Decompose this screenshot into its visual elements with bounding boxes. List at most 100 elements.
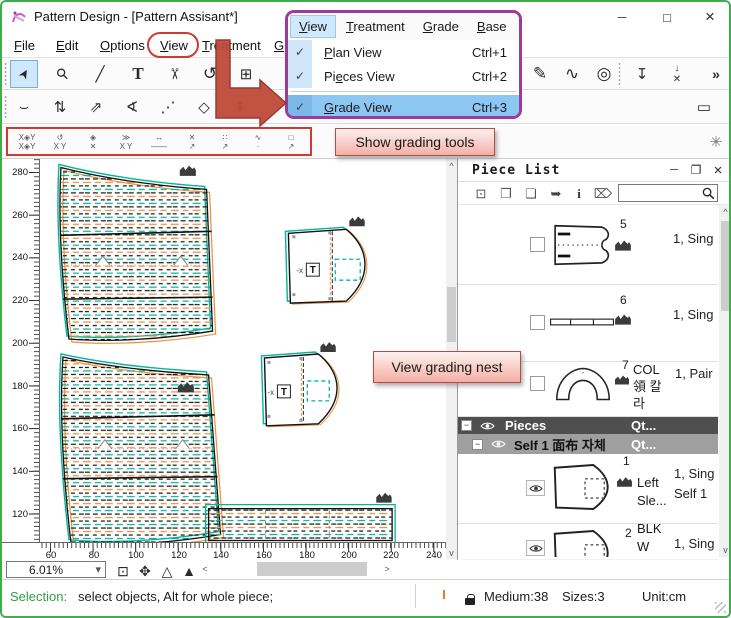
search-icon[interactable]: [702, 187, 715, 200]
walk-pieces-tool-icon[interactable]: ▭: [690, 93, 718, 121]
rotate-tool-icon[interactable]: ↺: [196, 60, 224, 88]
visibility-eye-toggle[interactable]: [526, 540, 545, 556]
scroll-up-arrow[interactable]: ^: [719, 205, 731, 219]
combobox-dropdown-arrow[interactable]: ▾: [95, 563, 101, 576]
pattern-piece-sleeve-top[interactable]: -x T: [285, 216, 367, 304]
scroll-down-arrow[interactable]: v: [719, 543, 731, 557]
pattern-piece-strip[interactable]: [206, 493, 396, 542]
move-points-tool-icon[interactable]: ⋰: [154, 93, 182, 121]
copy-piece-icon[interactable]: ❐: [495, 180, 517, 208]
pattern-piece-skirt-top[interactable]: [58, 164, 216, 343]
scroll-up-arrow[interactable]: ^: [446, 159, 457, 172]
delete-point-tool-icon[interactable]: ↓ ✕: [662, 60, 692, 88]
polygon-tool-icon[interactable]: ◇: [190, 93, 218, 121]
fold-tool-icon[interactable]: ⇞: [226, 93, 254, 121]
grade-curve-tool-icon[interactable]: ∿ ·: [243, 128, 273, 156]
grade-copy-tool-icon[interactable]: ≫ X Y: [111, 128, 141, 156]
maximize-button[interactable]: □: [647, 3, 687, 31]
overlay-menu-treatment[interactable]: Treatment: [338, 16, 413, 37]
grade-mirror-tool-icon[interactable]: ◈ ✕: [78, 128, 108, 156]
menu-item-grade-view[interactable]: ✓ Grade View Ctrl+3: [288, 95, 519, 119]
grade-settings-icon[interactable]: ✳: [702, 128, 730, 156]
grade-rotate-tool-icon[interactable]: ↺ X Y: [45, 128, 75, 156]
piece-checkbox[interactable]: [530, 237, 545, 252]
split-move-tool-icon[interactable]: ⇗: [82, 93, 110, 121]
fabric-flag-icon: [614, 313, 632, 326]
piece-row[interactable]: 5 1, Sing: [458, 205, 718, 285]
scroll-left-arrow[interactable]: <: [198, 562, 212, 576]
menu-treatment[interactable]: Treatment: [198, 36, 265, 55]
pleat-tool-icon[interactable]: ⇅: [46, 93, 74, 121]
close-button[interactable]: ×: [692, 3, 728, 31]
piece-list-vertical-scrollbar[interactable]: ^ v: [719, 205, 731, 557]
piece-checkbox[interactable]: [530, 376, 545, 391]
group-label: Pieces: [505, 418, 546, 433]
zoom-combobox[interactable]: 6.01% ▾: [6, 561, 106, 578]
piece-row[interactable]: 1 Left Sle... 1, Sing Self 1: [458, 454, 718, 524]
grade-box-tool-icon[interactable]: □ ↗: [276, 128, 306, 156]
scroll-thumb[interactable]: [721, 221, 731, 311]
text-tool-icon[interactable]: T: [124, 60, 152, 88]
move-point-tool-icon[interactable]: ⊞: [232, 60, 260, 88]
overlay-menu-grade[interactable]: Grade: [415, 16, 467, 37]
grade-cross-tool-icon[interactable]: ✕ ↗: [177, 128, 207, 156]
toolbar-overflow-chevron[interactable]: »: [702, 60, 730, 88]
piece-mark-label: -x: [296, 266, 303, 275]
fabric-flag-icon: [320, 342, 335, 352]
measure-tool-icon[interactable]: ╱: [86, 60, 114, 88]
overlay-menu-base[interactable]: Base: [469, 16, 515, 37]
group-row-self[interactable]: − Self 1 面布 자체 Qt...: [458, 434, 718, 454]
align-point-tool-icon[interactable]: ↧: [628, 60, 656, 88]
eye-icon: [529, 484, 543, 493]
pen-tool-icon[interactable]: ✎: [526, 60, 554, 88]
resize-grip[interactable]: [715, 602, 726, 613]
toolbar-grip[interactable]: [4, 95, 7, 119]
panel-minimize-button[interactable]: ─: [664, 159, 684, 181]
new-selection-icon[interactable]: ⊡: [470, 180, 492, 208]
menu-item-pieces-view[interactable]: ✓ Pieces View Ctrl+2: [288, 64, 519, 88]
menu-options[interactable]: Options: [96, 36, 149, 55]
menu-item-plan-view[interactable]: ✓ Plan View Ctrl+1: [288, 40, 519, 64]
scroll-thumb[interactable]: [257, 562, 367, 576]
zoom-tool-icon[interactable]: ⚲: [48, 60, 76, 88]
collapse-expander[interactable]: −: [461, 420, 472, 431]
copy-add-piece-icon[interactable]: ❏: [520, 180, 542, 208]
menu-view[interactable]: View: [156, 36, 192, 55]
trim-tool-icon[interactable]: ✂: [160, 60, 188, 88]
import-piece-icon[interactable]: ➥: [545, 180, 567, 208]
info-icon[interactable]: i: [570, 180, 588, 208]
panel-float-button[interactable]: ❐: [686, 159, 706, 181]
pattern-piece-sleeve-middle[interactable]: -x T: [261, 342, 339, 427]
panel-close-button[interactable]: ×: [708, 159, 728, 181]
visibility-eye-icon[interactable]: [480, 421, 495, 431]
piece-checkbox[interactable]: [530, 315, 545, 330]
group-row-pieces[interactable]: − Pieces Qt...: [458, 417, 718, 434]
canvas-horizontal-scrollbar[interactable]: [214, 562, 380, 576]
visibility-eye-toggle[interactable]: [526, 480, 545, 496]
grade-move-xy-tool-icon[interactable]: X◈Y X◈Y: [12, 128, 42, 156]
overlay-menu-view[interactable]: View: [290, 15, 336, 38]
minimize-button[interactable]: ─: [602, 3, 642, 31]
piece-number: 5: [620, 217, 627, 231]
grade-corner-tool-icon[interactable]: ∷ ↗: [210, 128, 240, 156]
pattern-piece-skirt-bottom[interactable]: [60, 354, 224, 542]
piece-list-title: Piece List: [472, 163, 560, 178]
piece-row[interactable]: 2 BLK W 1, Sing: [458, 524, 718, 557]
curve-tool-icon[interactable]: ∿: [558, 60, 586, 88]
menu-file[interactable]: File: [10, 36, 39, 55]
angle-tool-icon[interactable]: ∢: [118, 93, 146, 121]
scroll-down-arrow[interactable]: v: [446, 546, 457, 559]
notch-tool-icon[interactable]: ⌣: [10, 93, 38, 121]
delete-piece-icon[interactable]: ⌦: [592, 180, 614, 208]
target-tool-icon[interactable]: ◎: [590, 60, 618, 88]
menu-edit[interactable]: Edit: [52, 36, 82, 55]
grade-parallel-tool-icon[interactable]: ↔ ——: [144, 128, 174, 156]
collapse-expander[interactable]: −: [472, 439, 483, 450]
visibility-eye-icon[interactable]: [491, 439, 506, 449]
scroll-right-arrow[interactable]: >: [380, 562, 394, 576]
select-tool-icon[interactable]: ➤: [10, 60, 38, 88]
scroll-thumb[interactable]: [447, 287, 456, 342]
piece-search-input[interactable]: [620, 186, 700, 200]
overlay-menu-help[interactable]: Help: [517, 16, 522, 37]
toolbar-grip[interactable]: [4, 62, 7, 85]
